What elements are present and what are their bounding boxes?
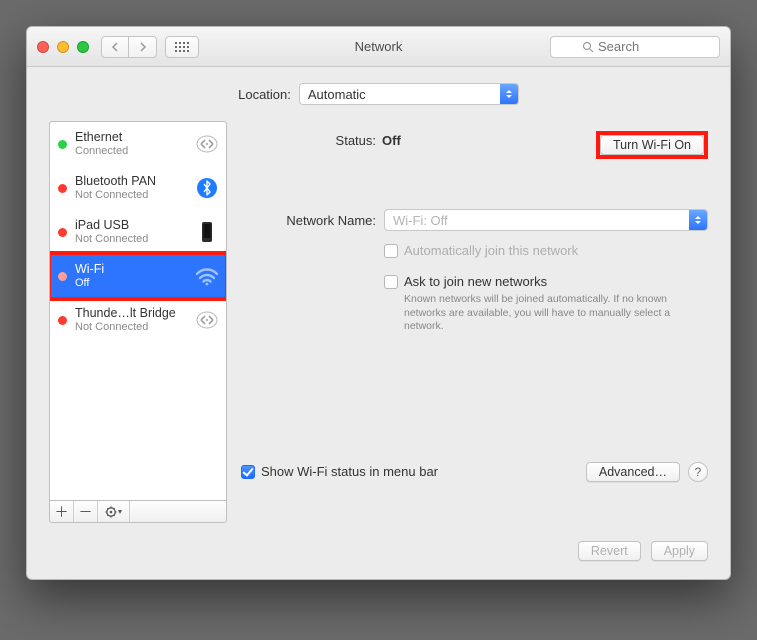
location-select[interactable]: Automatic xyxy=(299,83,519,105)
auto-join-row: Automatically join this network xyxy=(384,243,708,258)
interface-list: Ethernet Connected Bluetooth PAN Not Con… xyxy=(49,121,227,501)
network-name-value: Wi-Fi: Off xyxy=(385,213,448,228)
sidebar-item-label: Thunde…lt Bridge xyxy=(75,306,186,321)
network-name-select[interactable]: Wi-Fi: Off xyxy=(384,209,708,231)
content-area: Location: Automatic Ethernet Connected xyxy=(27,67,730,579)
titlebar: Network xyxy=(27,27,730,67)
sidebar-item-sub: Not Connected xyxy=(75,233,186,246)
nav-segment xyxy=(101,36,157,58)
detail-panel: Status: Off Turn Wi-Fi On Network Name: … xyxy=(241,121,708,523)
add-interface-button[interactable]: ＋ xyxy=(50,501,74,522)
chevron-updown-icon xyxy=(689,210,707,230)
status-dot-icon xyxy=(58,228,67,237)
search-icon xyxy=(582,41,594,53)
location-value: Automatic xyxy=(300,87,366,102)
device-icon xyxy=(194,219,220,245)
sidebar-item-sub: Not Connected xyxy=(75,189,186,202)
menu-bar-label: Show Wi-Fi status in menu bar xyxy=(261,464,438,479)
sidebar-wrap: Ethernet Connected Bluetooth PAN Not Con… xyxy=(49,121,227,523)
auto-join-label: Automatically join this network xyxy=(404,243,578,258)
location-row: Location: Automatic xyxy=(49,83,708,105)
menu-bar-checkbox[interactable] xyxy=(241,465,255,479)
apply-button[interactable]: Apply xyxy=(651,541,708,561)
forward-button[interactable] xyxy=(129,36,157,58)
thunderbolt-icon xyxy=(194,307,220,333)
sidebar-item-wifi[interactable]: Wi-Fi Off xyxy=(50,254,226,298)
sidebar-item-label: iPad USB xyxy=(75,218,186,233)
ask-join-checkbox[interactable] xyxy=(384,275,398,289)
chevron-updown-icon xyxy=(500,84,518,104)
ask-join-hint: Known networks will be joined automatica… xyxy=(404,293,674,334)
zoom-icon[interactable] xyxy=(77,41,89,53)
show-all-button[interactable] xyxy=(165,36,199,58)
sidebar-item-label: Ethernet xyxy=(75,130,186,145)
revert-button[interactable]: Revert xyxy=(578,541,641,561)
back-button[interactable] xyxy=(101,36,129,58)
status-value: Off xyxy=(382,131,401,148)
advanced-button[interactable]: Advanced… xyxy=(586,462,680,482)
search-field[interactable] xyxy=(550,36,720,58)
sidebar-item-ipad-usb[interactable]: iPad USB Not Connected xyxy=(50,210,226,254)
status-label: Status: xyxy=(241,131,376,148)
sidebar-footer: ＋ － xyxy=(49,501,227,523)
annotation-highlight xyxy=(596,131,708,159)
ask-join-label: Ask to join new networks xyxy=(404,274,547,289)
wifi-icon xyxy=(194,263,220,289)
sidebar-item-sub: Off xyxy=(75,277,186,290)
sidebar-item-ethernet[interactable]: Ethernet Connected xyxy=(50,122,226,166)
ethernet-icon xyxy=(194,131,220,157)
bluetooth-icon xyxy=(194,175,220,201)
sidebar-item-sub: Connected xyxy=(75,145,186,158)
search-input[interactable] xyxy=(598,39,688,54)
status-dot-icon xyxy=(58,316,67,325)
traffic-lights xyxy=(37,41,89,53)
minimize-icon[interactable] xyxy=(57,41,69,53)
footer: Revert Apply xyxy=(49,541,708,561)
sidebar-item-thunderbolt-bridge[interactable]: Thunde…lt Bridge Not Connected xyxy=(50,298,226,342)
sidebar-item-label: Bluetooth PAN xyxy=(75,174,186,189)
ask-join-row: Ask to join new networks xyxy=(384,274,708,289)
sidebar-item-bluetooth-pan[interactable]: Bluetooth PAN Not Connected xyxy=(50,166,226,210)
close-icon[interactable] xyxy=(37,41,49,53)
status-dot-icon xyxy=(58,184,67,193)
status-dot-icon xyxy=(58,140,67,149)
action-menu-button[interactable] xyxy=(98,501,130,522)
help-button[interactable]: ? xyxy=(688,462,708,482)
location-label: Location: xyxy=(238,87,291,102)
network-preferences-window: Network Location: Automatic Ethernet xyxy=(26,26,731,580)
gear-icon xyxy=(105,506,123,518)
sidebar-item-label: Wi-Fi xyxy=(75,262,186,277)
status-dot-icon xyxy=(58,272,67,281)
remove-interface-button[interactable]: － xyxy=(74,501,98,522)
sidebar-item-sub: Not Connected xyxy=(75,321,186,334)
auto-join-checkbox xyxy=(384,244,398,258)
network-name-label: Network Name: xyxy=(241,213,376,228)
